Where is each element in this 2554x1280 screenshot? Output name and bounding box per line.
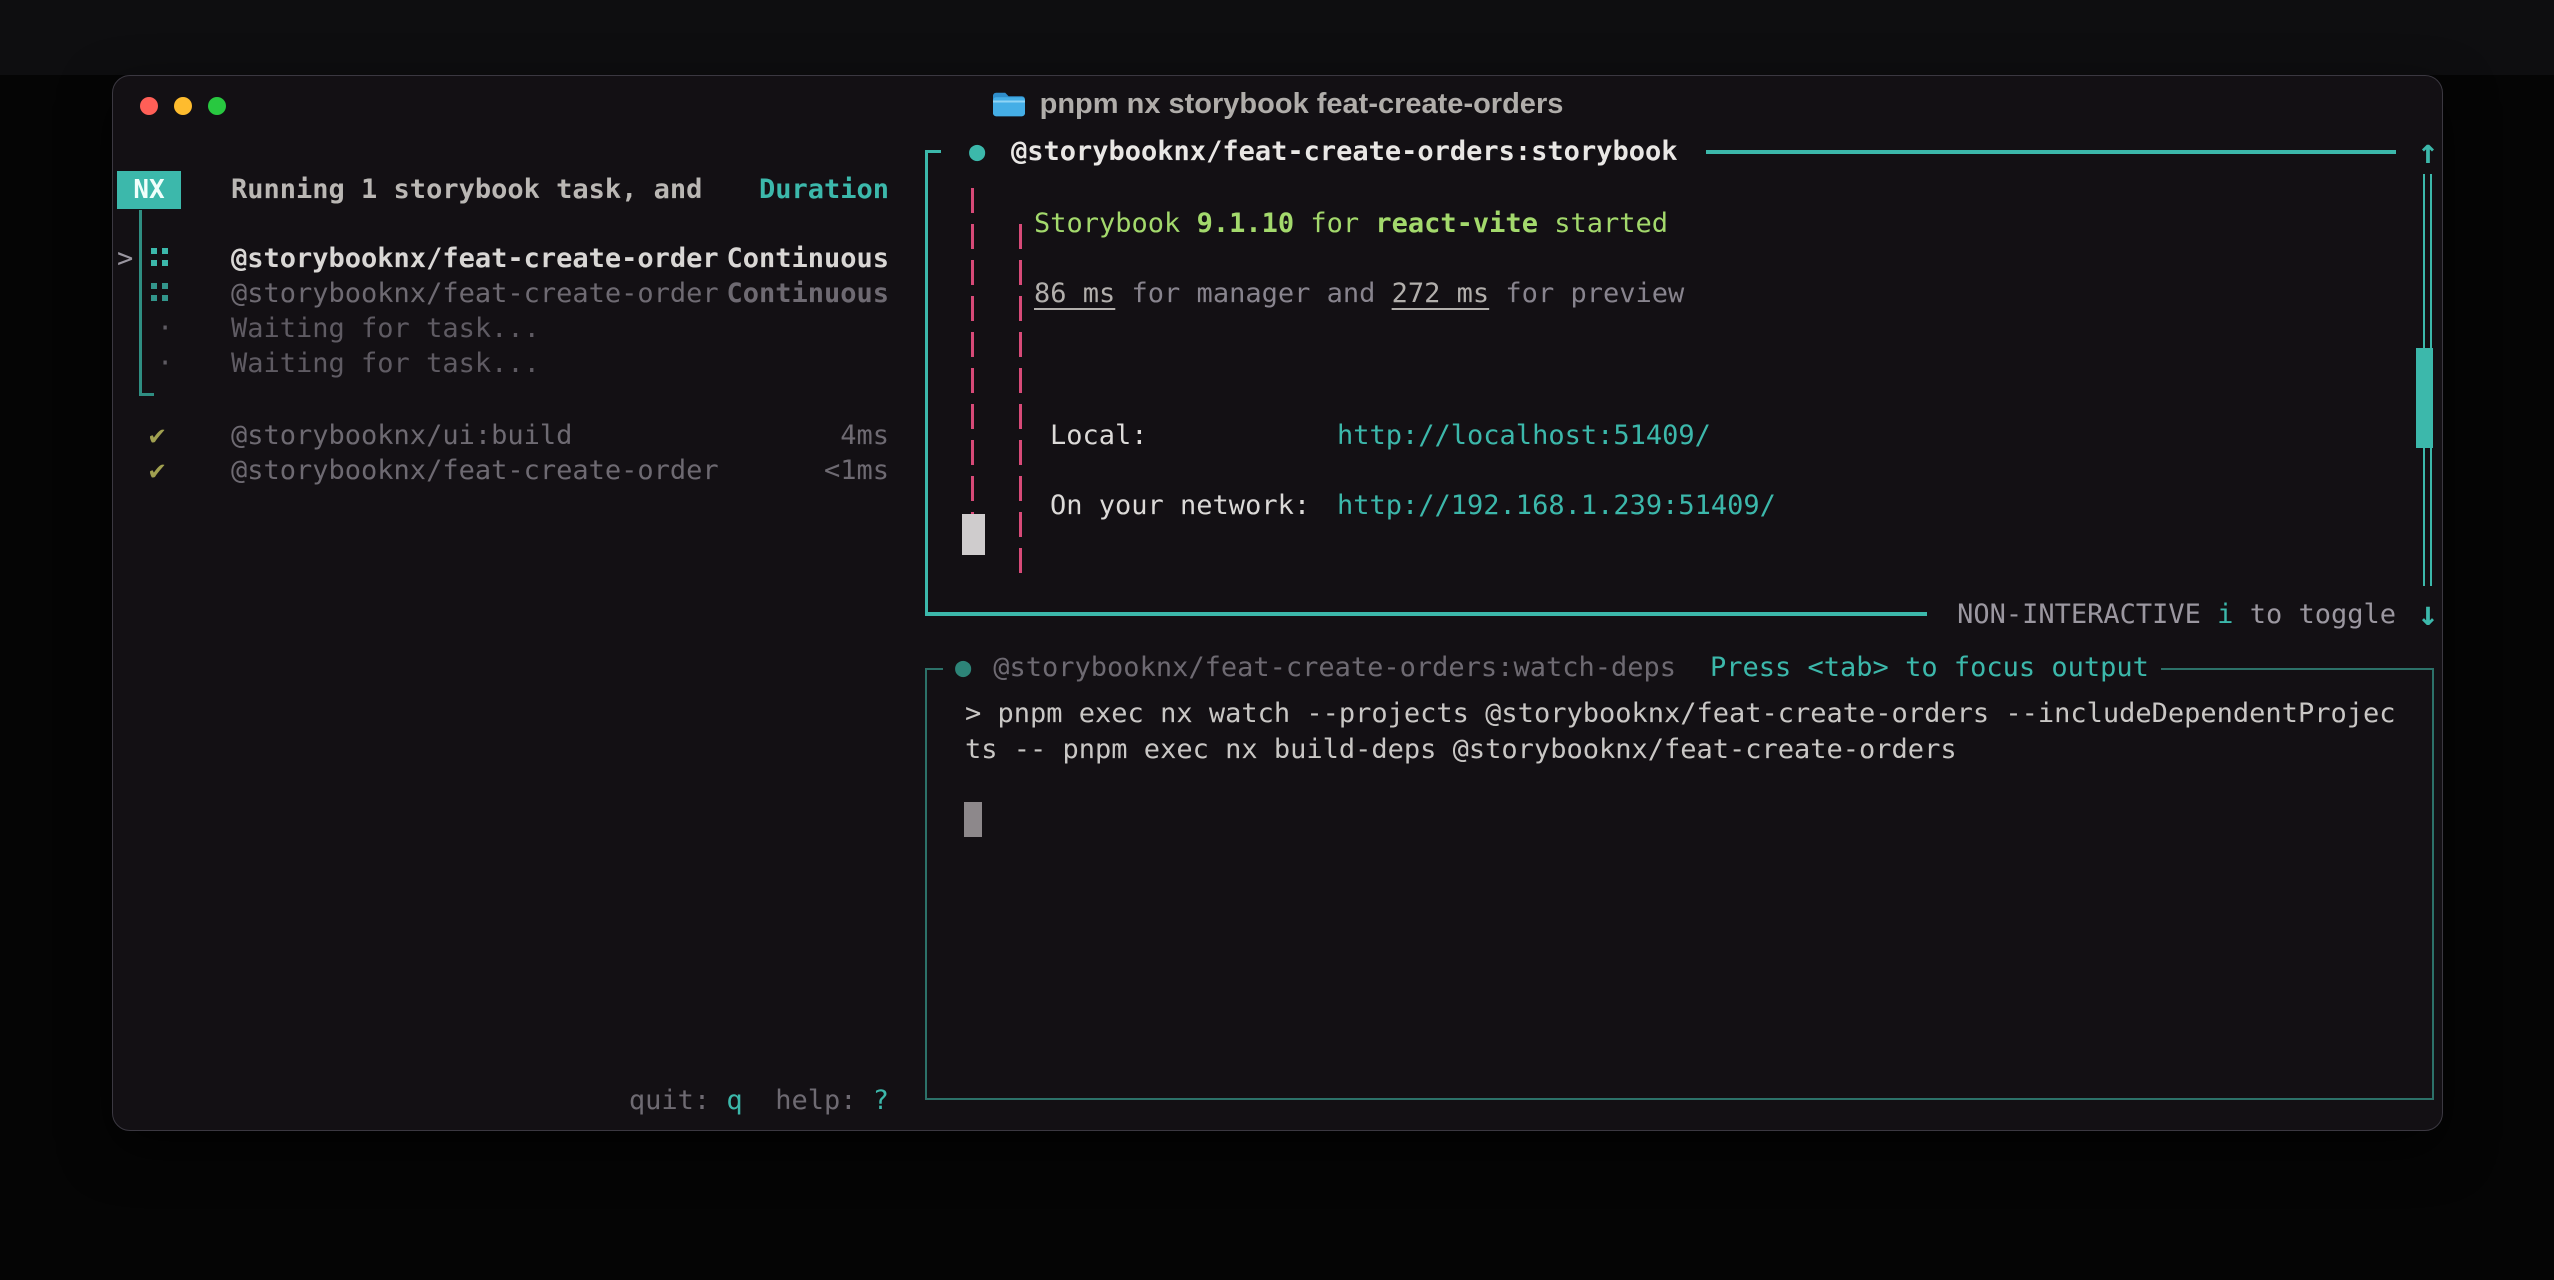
network-url-link[interactable]: http://192.168.1.239:51409/ <box>1337 488 1776 524</box>
watch-deps-panel-title: @storybooknx/feat-create-orders:watch-de… <box>993 652 1676 683</box>
spinner-icon <box>151 248 157 254</box>
check-icon: ✔ <box>149 453 165 489</box>
storybook-log-gutter-bar <box>1019 224 1022 584</box>
window-title: pnpm nx storybook feat-create-orders <box>1040 88 1564 121</box>
panel-border <box>925 612 1927 616</box>
network-label: On your network: <box>1050 488 1310 524</box>
command-line: ts -- pnpm exec nx build-deps @storybook… <box>965 732 1957 768</box>
folder-icon <box>992 90 1026 118</box>
nx-logo-badge: NX <box>117 171 181 209</box>
spinner-icon <box>151 283 157 289</box>
waiting-dot-icon: · <box>157 346 173 382</box>
waiting-dot-icon: · <box>157 311 173 347</box>
panel-header-line <box>1706 150 2396 154</box>
desktop-background-strip <box>0 0 2554 75</box>
terminal-cursor <box>962 514 985 555</box>
storybook-log-gutter-bar <box>971 188 974 518</box>
scroll-down-icon[interactable]: ↓ <box>2409 594 2447 634</box>
task-status-dot: ● <box>969 134 985 170</box>
window-title-group: pnpm nx storybook feat-create-orders <box>113 76 2442 132</box>
task-tree-line <box>139 210 142 395</box>
local-label: Local: <box>1050 418 1148 454</box>
scroll-up-icon[interactable]: ↑ <box>2409 132 2447 172</box>
non-interactive-hint: NON-INTERACTIVE i to toggle <box>1913 597 2396 633</box>
completed-task-duration: 4ms <box>231 418 889 454</box>
check-icon: ✔ <box>149 418 165 454</box>
watch-deps-panel-header: ● @storybooknx/feat-create-orders:watch-d… <box>943 650 2161 686</box>
command-line: > pnpm exec nx watch --projects @storybo… <box>965 696 2395 732</box>
storybook-started-line: Storybook 9.1.10 for react-vite started <box>1034 206 1668 242</box>
storybook-panel-title: @storybooknx/feat-create-orders:storyboo… <box>1011 134 1677 170</box>
terminal-window: pnpm nx storybook feat-create-orders NX … <box>112 75 2443 1131</box>
scrollbar-thumb[interactable] <box>2416 348 2433 448</box>
completed-task-duration: <1ms <box>231 453 889 489</box>
selected-task-marker: > <box>117 241 133 277</box>
focus-output-hint: Press <tab> to focus output <box>1710 652 2149 683</box>
titlebar: pnpm nx storybook feat-create-orders <box>113 76 2442 132</box>
keyboard-hints: quit: q help: ? <box>513 1083 889 1119</box>
storybook-timing-line: 86 ms for manager and 272 ms for preview <box>1034 276 1684 312</box>
task-tree-corner <box>139 393 154 396</box>
terminal-cursor <box>964 802 982 837</box>
task-row-status: Continuous <box>231 276 889 312</box>
panel-border <box>925 150 928 615</box>
task-row-label: Waiting for task... <box>231 311 540 347</box>
task-row-status: Continuous <box>231 241 889 277</box>
task-row-label: Waiting for task... <box>231 346 540 382</box>
local-url-link[interactable]: http://localhost:51409/ <box>1337 418 1711 454</box>
task-status-dot: ● <box>955 652 971 683</box>
duration-column-header: Duration <box>231 172 889 208</box>
